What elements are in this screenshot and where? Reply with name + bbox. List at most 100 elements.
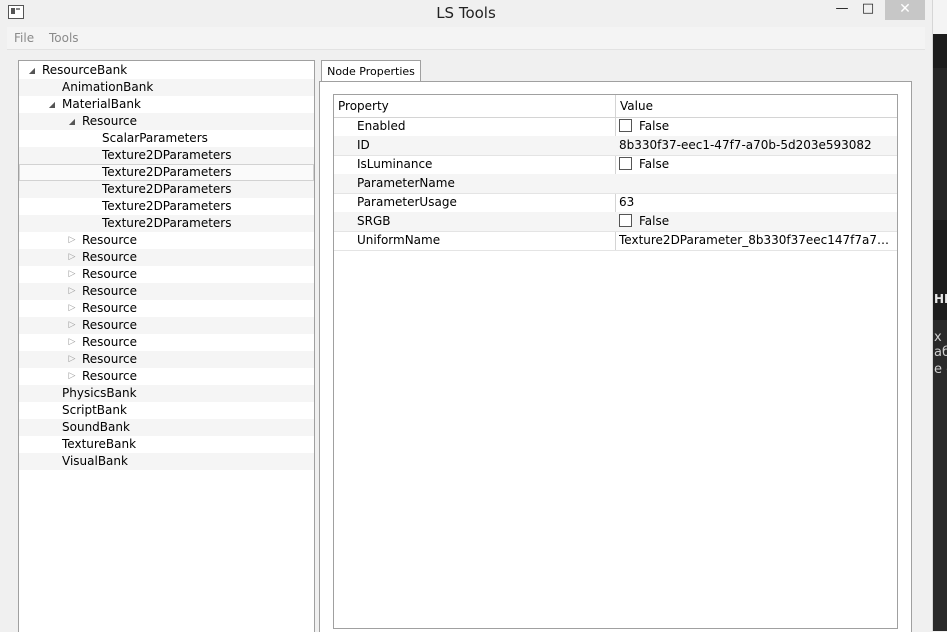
collapse-arrow-icon[interactable]: ▷ [67,300,77,317]
tree-node-label: Resource [82,267,138,281]
background-text: х м [934,330,947,345]
tree-node[interactable]: Texture2DParameters [19,198,314,215]
property-name: ParameterName [357,176,455,190]
tree-node[interactable]: ▷ Resource [19,351,314,368]
collapse-arrow-icon[interactable]: ▷ [67,266,77,283]
tree-node[interactable]: AnimationBank [19,79,314,96]
collapse-arrow-icon[interactable]: ▷ [67,368,77,385]
tree-node[interactable]: ◢ MaterialBank [19,96,314,113]
tree-node[interactable]: Texture2DParameters [19,147,314,164]
expand-arrow-icon[interactable]: ◢ [47,96,57,113]
tree-node-label: Resource [82,318,138,332]
column-header-property[interactable]: Property [338,95,389,117]
property-row[interactable]: ParameterUsage 63 [334,193,897,213]
tree-node[interactable]: Texture2DParameters [19,164,314,181]
tree-node[interactable]: ▷ Resource [19,368,314,385]
tree-node[interactable]: ▷ Resource [19,317,314,334]
tree-node-label: Resource [82,352,138,366]
tree-node-label: Texture2DParameters [102,182,232,196]
property-value: False [639,119,670,133]
tree-node[interactable]: ▷ Resource [19,249,314,266]
minimize-button[interactable]: — [830,0,854,20]
tree-node[interactable]: PhysicsBank [19,385,314,402]
tree-node[interactable]: ▷ Resource [19,334,314,351]
tree-node[interactable]: Texture2DParameters [19,181,314,198]
property-grid[interactable]: Property Value Enabled False ID 8b330f37-ee… [333,94,898,629]
tree-node[interactable]: ScriptBank [19,402,314,419]
property-name: SRGB [357,214,391,228]
property-value-cell[interactable]: 63 [619,193,895,211]
tree-node[interactable]: ▷ Resource [19,266,314,283]
maximize-button[interactable]: □ [856,0,880,20]
checkbox[interactable] [619,214,632,227]
collapse-arrow-icon[interactable]: ▷ [67,283,77,300]
tree-node-label: Texture2DParameters [102,199,232,213]
tree-node-label: ScalarParameters [102,131,208,145]
property-row[interactable]: ID 8b330f37-eec1-47f7-a70b-5d203e593082 [334,136,897,156]
tree-node-label: SoundBank [62,420,130,434]
tree-node-label: ScriptBank [62,403,127,417]
collapse-arrow-icon[interactable]: ▷ [67,232,77,249]
tree-node[interactable]: ▷ Resource [19,283,314,300]
menu-file[interactable]: File [14,31,34,45]
menu-tools[interactable]: Tools [49,31,79,45]
expand-arrow-icon[interactable]: ◢ [27,62,37,79]
property-row[interactable]: SRGB False [334,212,897,232]
property-row[interactable]: Enabled False [334,117,897,137]
tree-node-label: ResourceBank [42,63,128,77]
tree-node-label: AnimationBank [62,80,154,94]
property-value: Texture2DParameter_8b330f37eec147f7a70b5… [619,233,895,247]
tree-node-label: Texture2DParameters [102,165,232,179]
tree-node-label: Texture2DParameters [102,148,232,162]
property-name: IsLuminance [357,157,433,171]
property-value-cell[interactable]: False [619,117,895,135]
property-row[interactable]: UniformName Texture2DParameter_8b330f37ee… [334,231,897,251]
collapse-arrow-icon[interactable]: ▷ [67,249,77,266]
property-value: False [639,157,670,171]
collapse-arrow-icon[interactable]: ▷ [67,317,77,334]
property-value-cell[interactable]: Texture2DParameter_8b330f37eec147f7a70b5… [619,231,895,249]
background-window-band [933,68,947,220]
collapse-arrow-icon[interactable]: ▷ [67,351,77,368]
tree-node-label: VisualBank [62,454,128,468]
property-value-cell[interactable]: False [619,212,895,230]
tree-node[interactable]: ◢ ResourceBank [19,62,314,79]
tree-node-label: Texture2DParameters [102,216,232,230]
tree-node[interactable]: TextureBank [19,436,314,453]
property-name: ParameterUsage [357,195,457,209]
tree-node-label: Resource [82,233,138,247]
checkbox[interactable] [619,157,632,170]
tree-node[interactable]: Texture2DParameters [19,215,314,232]
property-value-cell[interactable]: 8b330f37-eec1-47f7-a70b-5d203e593082 [619,136,895,154]
tree-node[interactable]: ▷ Resource [19,232,314,249]
background-text: аб [934,345,947,360]
tree-node[interactable]: VisualBank [19,453,314,470]
collapse-arrow-icon[interactable]: ▷ [67,334,77,351]
property-value: 8b330f37-eec1-47f7-a70b-5d203e593082 [619,138,872,152]
title-bar[interactable]: LS Tools — □ ✕ [0,0,932,27]
close-button[interactable]: ✕ [885,0,925,20]
background-window: НИ х м аб е с [933,0,947,631]
property-row[interactable]: ParameterName [334,174,897,194]
tab-node-properties[interactable]: Node Properties [321,60,421,83]
column-header-value[interactable]: Value [620,95,653,117]
tree-node[interactable]: ◢ Resource [19,113,314,130]
background-window-top [933,0,947,34]
tree-node[interactable]: ▷ Resource [19,300,314,317]
tree-node-label: MaterialBank [62,97,141,111]
tree-node-label: PhysicsBank [62,386,137,400]
property-name: Enabled [357,119,406,133]
tree-node-label: Resource [82,284,138,298]
property-name: UniformName [357,233,441,247]
checkbox[interactable] [619,119,632,132]
property-value: 63 [619,195,635,209]
property-value-cell[interactable]: False [619,155,895,173]
expand-arrow-icon[interactable]: ◢ [67,113,77,130]
tree-node[interactable]: ScalarParameters [19,130,314,147]
background-text: е с [934,362,947,377]
resource-tree[interactable]: ◢ ResourceBank AnimationBank ◢ MaterialBank ◢… [18,60,315,632]
app-window: LS Tools — □ ✕ File Tools ◢ ResourceBank A… [0,0,933,632]
tree-node[interactable]: SoundBank [19,419,314,436]
property-row[interactable]: IsLuminance False [334,155,897,175]
tree-node-label: Resource [82,301,138,315]
